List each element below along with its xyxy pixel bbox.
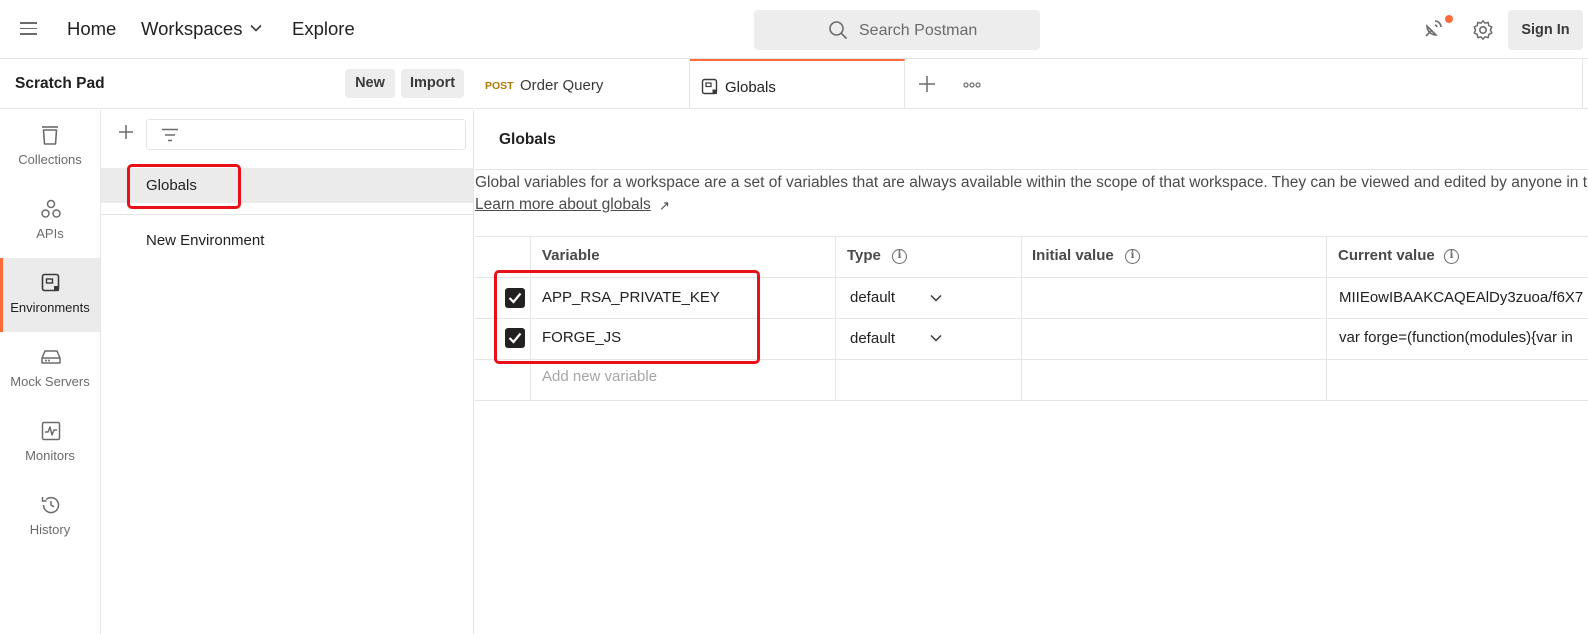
column-header-type: Type	[847, 247, 881, 264]
filter-icon	[162, 128, 178, 142]
environment-item-label: New Environment	[146, 232, 265, 249]
page-title: Globals	[499, 131, 556, 148]
column-header-initial-value: Initial value	[1032, 247, 1114, 264]
nav-home[interactable]: Home	[67, 18, 116, 40]
filter-input[interactable]	[146, 119, 466, 150]
notification-dot	[1445, 15, 1453, 23]
environment-item-new-environment[interactable]: New Environment	[101, 223, 473, 258]
globals-description: Global variables for a workspace are a s…	[475, 174, 1588, 191]
divider	[101, 214, 473, 215]
new-tab-icon[interactable]	[918, 75, 936, 93]
highlight-box-globals	[127, 164, 241, 209]
more-icon[interactable]	[963, 82, 981, 88]
sidebar-item-label: Collections	[18, 152, 82, 167]
current-value-cell[interactable]: MIIEowIBAAKCAQEAlDy3zuoa/f6X7	[1339, 289, 1588, 306]
sidebar-item-label: Mock Servers	[10, 374, 90, 389]
search-input[interactable]: Search Postman	[754, 10, 1040, 50]
type-select[interactable]: default	[850, 289, 895, 306]
history-icon	[41, 496, 60, 514]
nav-workspaces[interactable]: Workspaces	[141, 18, 242, 40]
tab-title: Globals	[725, 79, 776, 96]
sidebar-item-history[interactable]: History	[0, 480, 100, 554]
top-bar: Home Workspaces Explore Search Postman S…	[0, 0, 1588, 59]
column-header-variable: Variable	[542, 247, 600, 264]
plus-icon[interactable]	[118, 124, 134, 140]
divider	[1326, 236, 1327, 401]
apis-icon	[41, 199, 61, 218]
nav-explore[interactable]: Explore	[292, 18, 355, 40]
sidebar-item-mock-servers[interactable]: Mock Servers	[0, 332, 100, 406]
sign-in-button[interactable]: Sign In	[1508, 10, 1583, 50]
collections-icon	[42, 126, 58, 145]
mock-servers-icon	[41, 350, 61, 364]
method-badge: POST	[485, 80, 514, 92]
sidebar-item-label: Monitors	[25, 448, 75, 463]
info-icon[interactable]: i	[892, 249, 907, 264]
sidebar-item-label: History	[29, 522, 71, 537]
workspace-header: Scratch Pad New Import	[0, 59, 474, 109]
environment-icon	[701, 78, 718, 95]
satellite-icon[interactable]	[1423, 17, 1445, 39]
search-icon	[829, 21, 848, 40]
type-select[interactable]: default	[850, 330, 895, 347]
tab-order-query[interactable]: POST Order Query	[475, 59, 690, 108]
chevron-down-icon[interactable]	[930, 334, 942, 342]
sidebar-item-environments[interactable]: Environments	[0, 258, 100, 332]
sidebar-item-collections[interactable]: Collections	[0, 110, 100, 184]
divider	[835, 236, 836, 401]
current-value-cell[interactable]: var forge=(function(modules){var in	[1339, 329, 1588, 346]
column-header-current-value: Current value	[1338, 247, 1435, 264]
divider	[475, 236, 1588, 237]
sidebar-item-label: APIs	[36, 226, 64, 241]
tab-bar: POST Order Query Globals	[475, 59, 1588, 109]
workspace-title: Scratch Pad	[15, 75, 105, 92]
search-placeholder: Search Postman	[859, 22, 978, 39]
divider	[475, 400, 1588, 401]
globals-editor: Globals Global variables for a workspace…	[475, 110, 1588, 634]
add-variable-input[interactable]: Add new variable	[542, 368, 657, 385]
sidebar-rail: Collections APIs Environments Mock Serve…	[0, 110, 101, 634]
gear-icon[interactable]	[1472, 19, 1494, 41]
chevron-down-icon[interactable]	[930, 294, 942, 302]
learn-more-link[interactable]: Learn more about globals	[475, 196, 651, 214]
divider	[475, 169, 1588, 170]
info-icon[interactable]: i	[1125, 249, 1140, 264]
external-link-icon: ↗	[659, 198, 670, 213]
divider	[1582, 59, 1583, 108]
info-icon[interactable]: i	[1444, 249, 1459, 264]
monitors-icon	[41, 421, 61, 441]
divider	[1021, 236, 1022, 401]
new-button[interactable]: New	[345, 69, 395, 98]
chevron-down-icon[interactable]	[250, 24, 262, 32]
sidebar-item-label: Environments	[10, 300, 90, 315]
tab-title: Order Query	[520, 77, 604, 94]
sidebar-item-apis[interactable]: APIs	[0, 184, 100, 258]
sidebar-item-monitors[interactable]: Monitors	[0, 406, 100, 480]
tab-globals[interactable]: Globals	[690, 59, 905, 108]
import-button[interactable]: Import	[401, 69, 464, 98]
highlight-box-variables	[494, 270, 760, 364]
environments-icon	[41, 273, 60, 292]
menu-icon[interactable]	[20, 22, 37, 36]
